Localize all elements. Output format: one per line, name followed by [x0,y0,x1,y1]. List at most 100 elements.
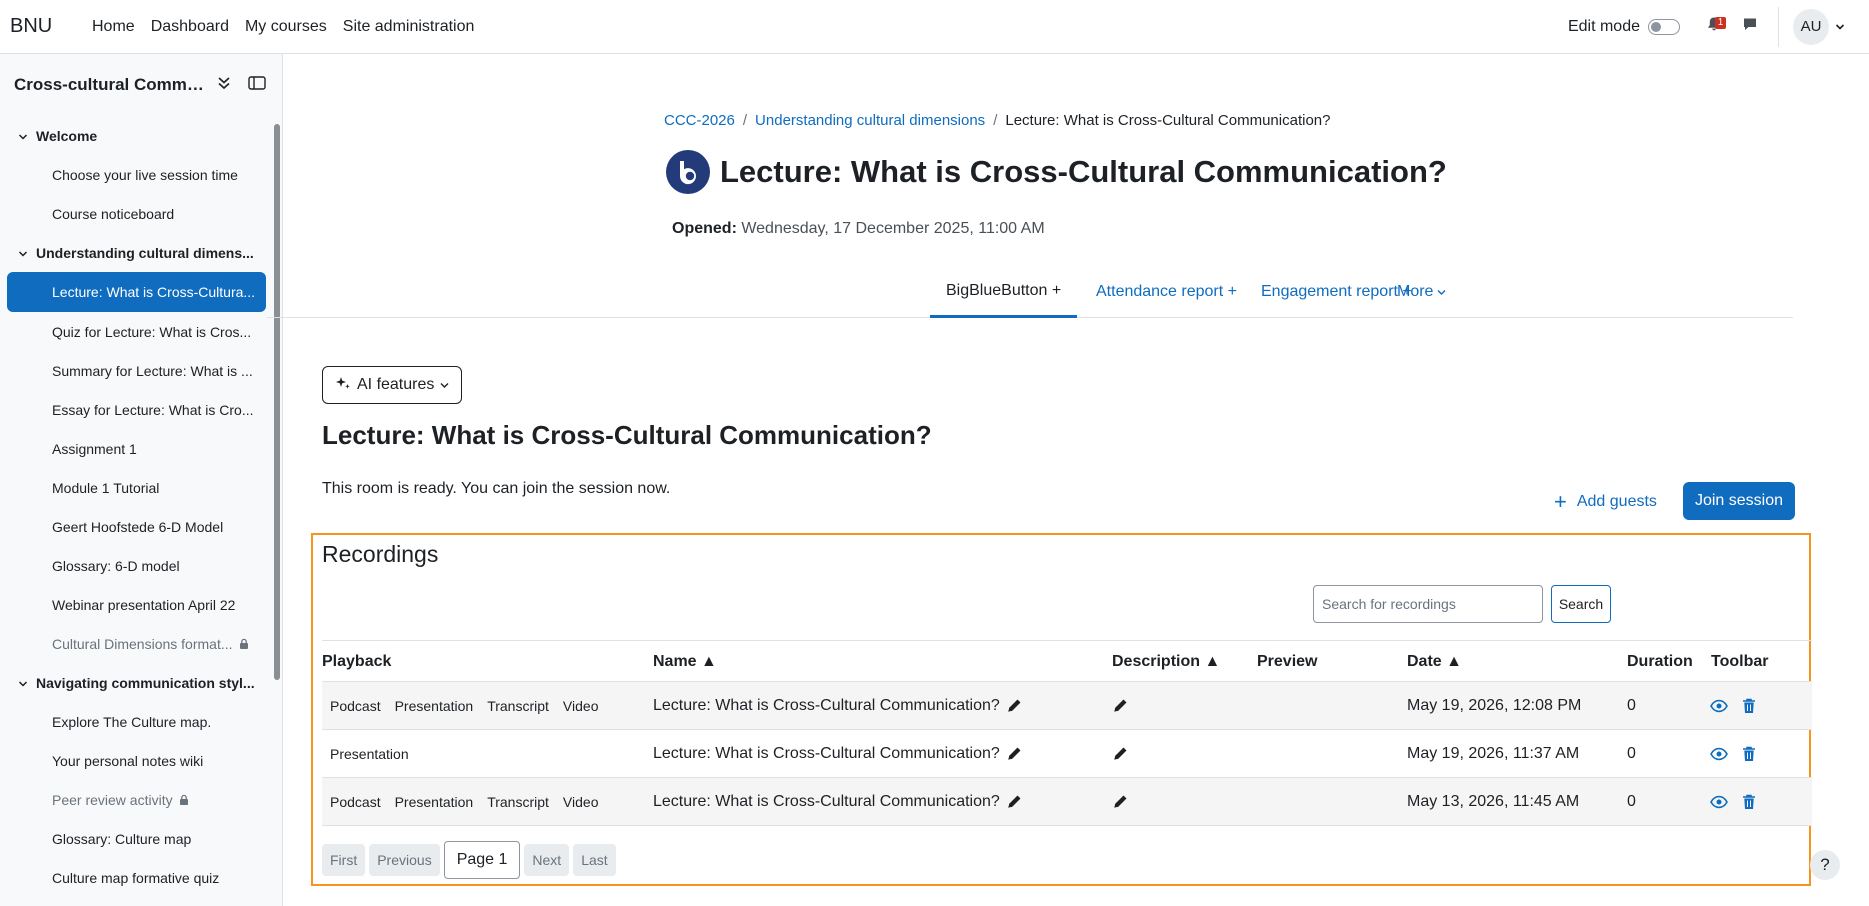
trash-icon[interactable] [1742,794,1756,810]
search-recordings-input[interactable] [1313,585,1543,623]
pager-previous-button[interactable]: Previous [369,844,440,876]
messages-button[interactable] [1732,9,1768,45]
pencil-icon[interactable] [1112,746,1128,762]
collapse-all-icon[interactable] [216,75,232,96]
chat-icon [1742,16,1758,37]
opened-label: Opened: [672,220,737,237]
sidebar-item-cultural-dimensions-format[interactable]: Cultural Dimensions format... [0,624,266,663]
sidebar-item-course-noticeboard[interactable]: Course noticeboard [0,194,266,233]
column-description[interactable]: Description ▲ [1112,641,1220,683]
pencil-icon[interactable] [1112,698,1128,714]
add-guests-button[interactable]: + Add guests [1554,491,1657,513]
table-header-row: Playback Name ▲ Description ▲ Preview Da… [322,640,1812,682]
breadcrumb-separator: / [993,112,998,129]
playback-video-link[interactable]: Video [563,698,599,714]
lock-icon [239,638,249,649]
tab-more[interactable]: More [1397,266,1446,318]
sidebar-item-hofstede-model[interactable]: Geert Hoofstede 6-D Model [0,507,266,546]
sidebar-item-glossary-culture-map[interactable]: Glossary: Culture map [0,819,266,858]
drawer-header: Cross-cultural Commu... [0,54,282,116]
main-region: CCC-2026 / Understanding cultural dimensio… [267,54,1869,906]
column-toolbar: Toolbar [1711,653,1769,670]
playback-transcript-link[interactable]: Transcript [487,794,549,810]
tab-attendance-report[interactable]: Attendance report + [1096,266,1237,318]
nav-dashboard[interactable]: Dashboard [151,18,229,36]
pager-first-button[interactable]: First [322,844,366,876]
sidebar-item-culture-map[interactable]: Explore The Culture map. [0,702,266,741]
pencil-icon[interactable] [1006,746,1022,762]
sidebar-section-navigating-communication-styles[interactable]: Navigating communication styl... [0,663,282,702]
tab-bigbluebutton[interactable]: BigBlueButton + [930,266,1078,318]
pencil-icon[interactable] [1112,794,1128,810]
navbar-divider [1778,6,1779,47]
ai-features-button[interactable]: AI features [322,366,463,404]
breadcrumb-current: Lecture: What is Cross-Cultural Communic… [1005,112,1331,129]
search-button[interactable]: Search [1551,585,1611,623]
eye-icon[interactable] [1710,747,1728,761]
pager-current-page[interactable]: Page 1 [443,841,521,879]
sidebar-item-notes-wiki[interactable]: Your personal notes wiki [0,741,266,780]
playback-transcript-link[interactable]: Transcript [487,698,549,714]
playback-cell: Presentation [330,730,423,778]
sidebar-item-essay[interactable]: Essay for Lecture: What is Cro... [0,390,266,429]
notifications-button[interactable]: 1 [1696,9,1732,45]
playback-video-link[interactable]: Video [563,794,599,810]
course-title[interactable]: Cross-cultural Commu... [14,75,206,95]
sidebar-item-quiz[interactable]: Quiz for Lecture: What is Cros... [0,312,266,351]
trash-icon[interactable] [1742,746,1756,762]
breadcrumb-course[interactable]: CCC-2026 [664,112,735,129]
edit-mode-label: Edit mode [1567,17,1640,35]
sidebar-item-lecture-active[interactable]: Lecture: What is Cross-Cultura... [7,272,266,312]
table-row: Presentation Lecture: What is Cross-Cult… [322,730,1812,778]
sidebar-item-culture-map-quiz[interactable]: Culture map formative quiz [0,858,266,897]
pencil-icon[interactable] [1006,794,1022,810]
pencil-icon[interactable] [1006,698,1022,714]
sidebar-item-peer-review[interactable]: Peer review activity [0,780,266,819]
sidebar-item-live-session-time[interactable]: Choose your live session time [0,155,266,194]
sidebar-item-module-1-tutorial[interactable]: Module 1 Tutorial [0,468,266,507]
sidebar-scrollbar[interactable] [274,124,280,680]
trash-icon[interactable] [1742,698,1756,714]
column-date[interactable]: Date ▲ [1407,641,1462,683]
playback-podcast-link[interactable]: Podcast [330,698,381,714]
plus-icon: + [1554,489,1567,514]
sidebar-section-understanding-cultural-dimensions[interactable]: Understanding cultural dimens... [0,233,282,272]
chevron-down-icon[interactable] [18,245,28,261]
edit-mode-switch[interactable]: Edit mode [1568,18,1680,36]
column-name[interactable]: Name ▲ [653,641,717,683]
sidebar-section-welcome[interactable]: Welcome [0,116,282,155]
playback-presentation-link[interactable]: Presentation [330,746,409,762]
playback-cell: Podcast Presentation Transcript Video [330,778,612,826]
playback-presentation-link[interactable]: Presentation [395,698,474,714]
table-row: Podcast Presentation Transcript Video Le… [322,682,1812,730]
avatar[interactable]: AU [1793,8,1829,45]
sidebar-item-webinar[interactable]: Webinar presentation April 22 [0,585,266,624]
nav-home[interactable]: Home [92,18,135,36]
chevron-down-icon[interactable] [18,128,28,144]
chevron-down-icon[interactable] [18,675,28,691]
join-session-button[interactable]: Join session [1683,482,1795,520]
site-brand[interactable]: BNU [10,15,82,38]
sidebar-item-summary[interactable]: Summary for Lecture: What is ... [0,351,266,390]
sidebar-item-label: Choose your live session time [52,166,238,183]
tab-more-label: More [1397,283,1434,300]
user-menu[interactable]: AU [1793,8,1845,45]
pager-last-button[interactable]: Last [573,844,616,876]
tab-engagement-report[interactable]: Engagement report + [1261,266,1412,318]
close-drawer-icon[interactable] [248,75,266,96]
sidebar-item-label: Cultural Dimensions format... [52,635,233,652]
sidebar-item-assignment-1[interactable]: Assignment 1 [0,429,266,468]
pager-next-button[interactable]: Next [524,844,570,876]
nav-site-administration[interactable]: Site administration [343,18,475,36]
eye-icon[interactable] [1710,699,1728,713]
recording-name: Lecture: What is Cross-Cultural Communic… [653,793,1000,810]
eye-icon[interactable] [1710,795,1728,809]
playback-podcast-link[interactable]: Podcast [330,794,381,810]
playback-presentation-link[interactable]: Presentation [395,794,474,810]
sidebar-item-glossary-6d[interactable]: Glossary: 6-D model [0,546,266,585]
edit-mode-toggle[interactable] [1648,18,1680,35]
name-cell: Lecture: What is Cross-Cultural Communic… [653,730,1022,778]
breadcrumb-section[interactable]: Understanding cultural dimensions [755,112,985,129]
help-button[interactable]: ? [1810,850,1840,880]
nav-my-courses[interactable]: My courses [245,18,327,36]
